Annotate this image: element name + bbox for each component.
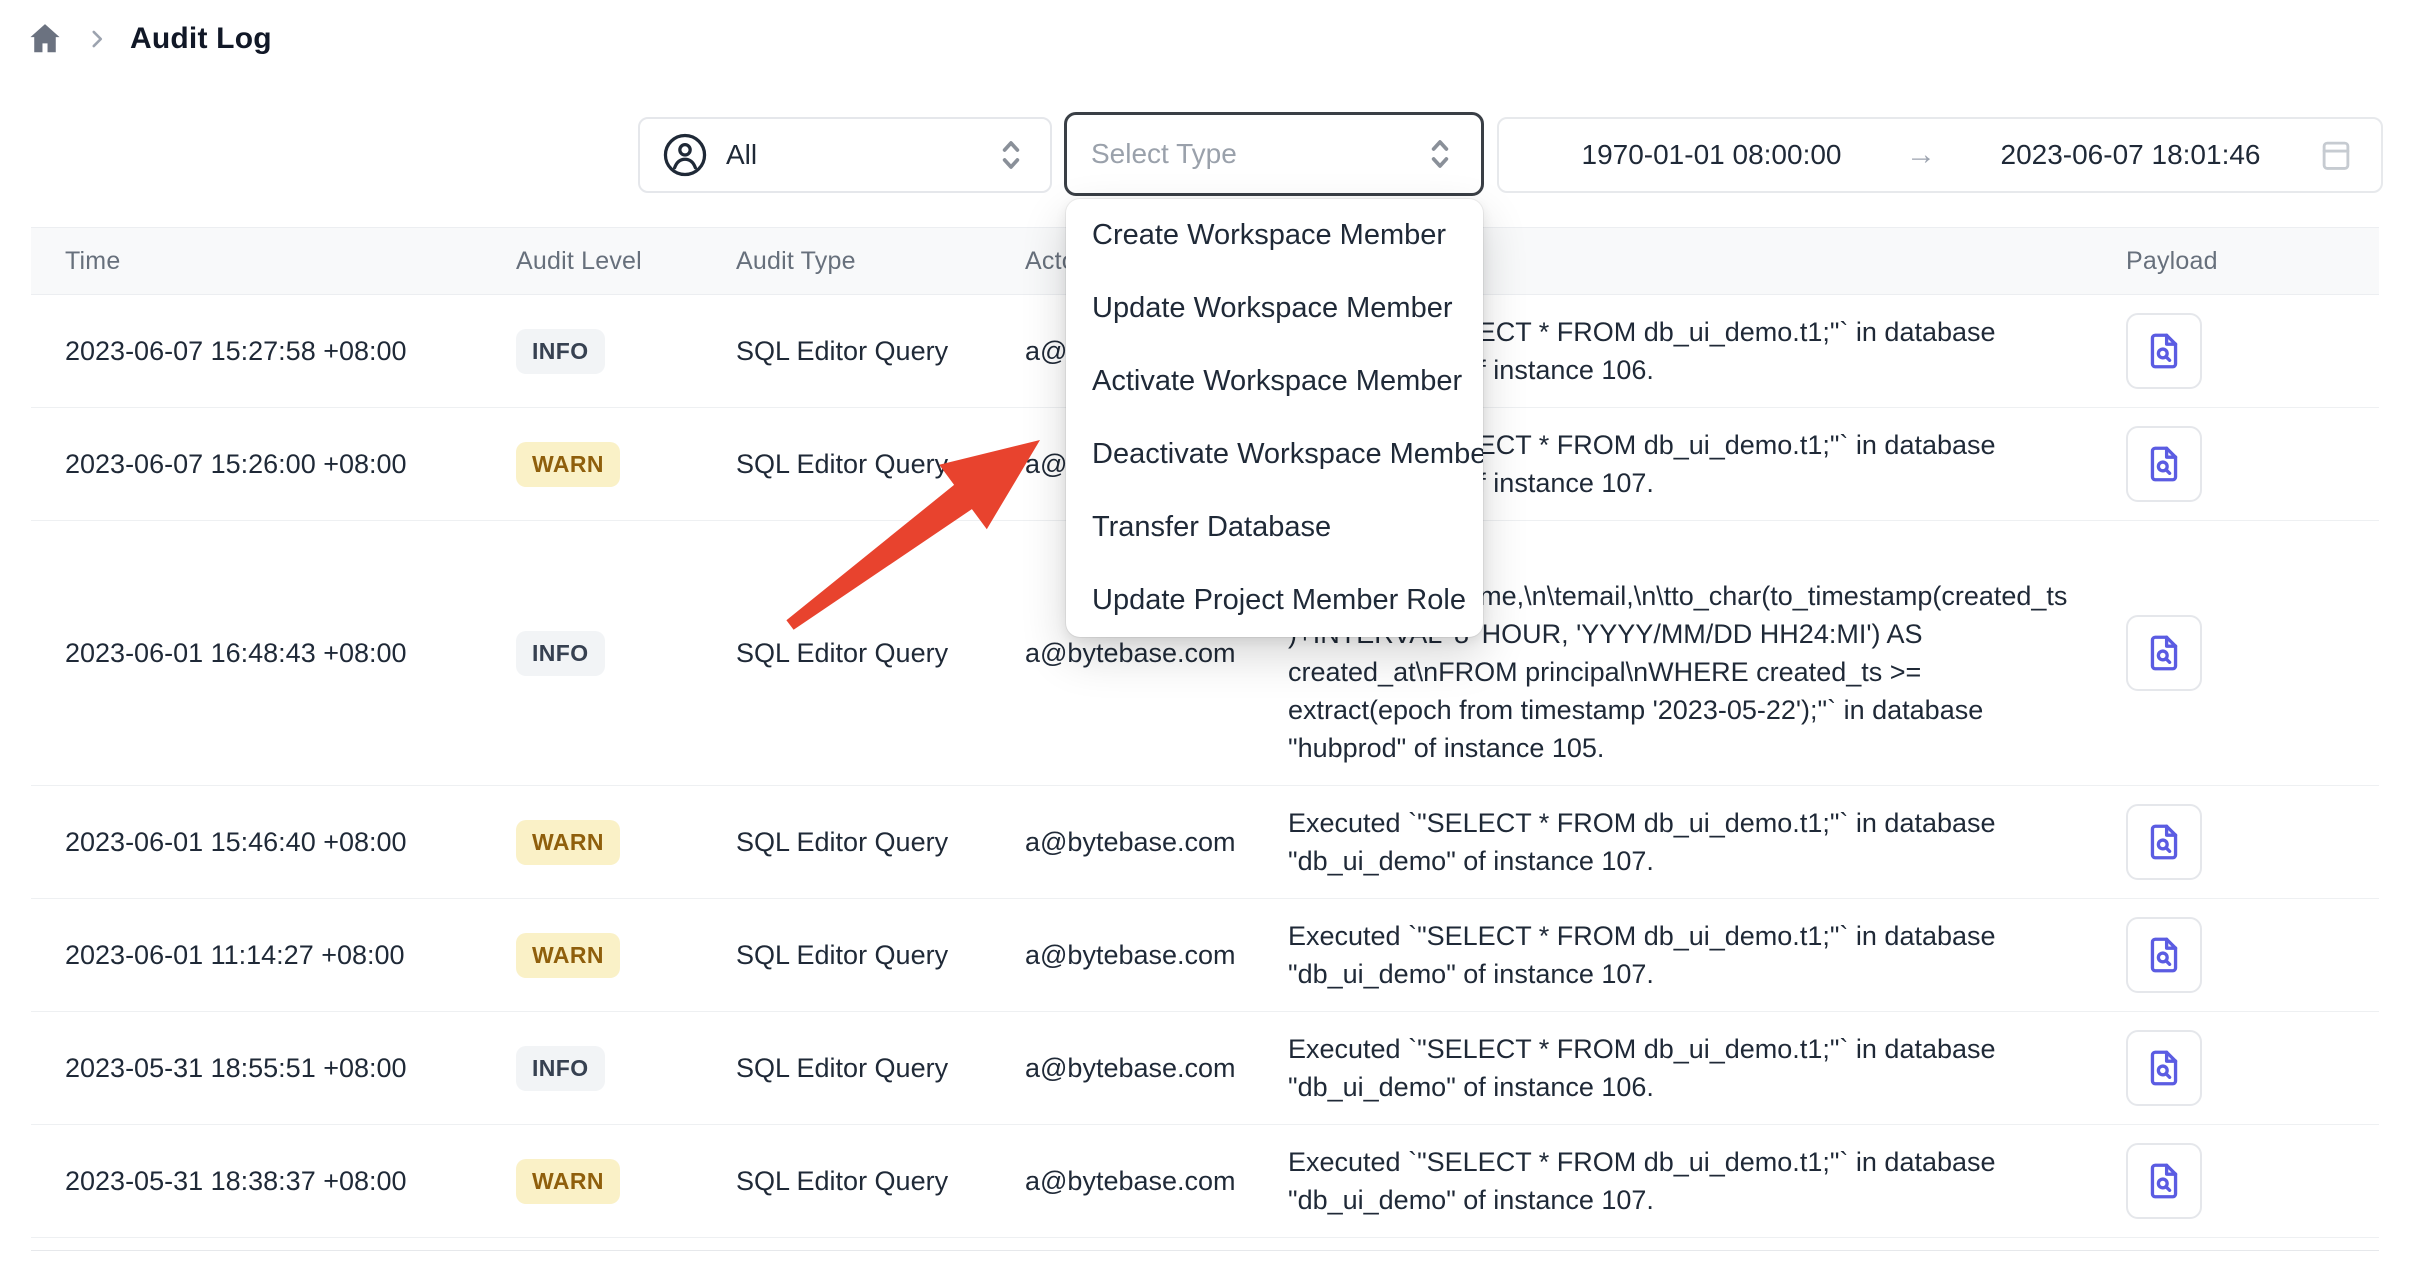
row-time: 2023-05-31 18:38:37 +08:00 (31, 1166, 516, 1197)
view-payload-button[interactable] (2126, 1143, 2202, 1219)
audit-log-page: Audit Log All Select Type (0, 0, 2410, 1268)
calendar-icon (2317, 136, 2355, 174)
view-payload-button[interactable] (2126, 615, 2202, 691)
column-header-type: Audit Type (736, 247, 1025, 276)
row-comment: Executed `"SELECT * FROM db_ui_demo.t1;"… (1288, 1125, 2106, 1237)
actor-select[interactable]: All (638, 117, 1052, 193)
view-payload-button[interactable] (2126, 313, 2202, 389)
row-time: 2023-06-01 11:14:27 +08:00 (31, 940, 516, 971)
column-header-time: Time (31, 247, 516, 276)
row-comment: Executed `"SELECT * FROM db_ui_demo.t1;"… (1288, 899, 2106, 1011)
column-header-payload: Payload (2106, 247, 2379, 276)
row-audit-type: SQL Editor Query (736, 1053, 1025, 1084)
row-time: 2023-05-31 18:55:51 +08:00 (31, 1053, 516, 1084)
view-payload-button[interactable] (2126, 1030, 2202, 1106)
date-range-start[interactable]: 1970-01-01 08:00:00 (1525, 139, 1898, 171)
type-menu-item[interactable]: Create Workspace Member (1066, 199, 1483, 272)
file-search-icon (2143, 934, 2185, 976)
type-menu-item[interactable]: Activate Workspace Member (1066, 345, 1483, 418)
chevron-up-down-icon (1423, 134, 1457, 174)
row-actor: a@bytebase.com (1025, 1166, 1288, 1197)
view-payload-button[interactable] (2126, 917, 2202, 993)
type-select-placeholder: Select Type (1091, 138, 1237, 170)
type-menu-item[interactable]: Transfer Database (1066, 491, 1483, 564)
type-menu-item[interactable]: Update Workspace Member (1066, 272, 1483, 345)
row-comment: Executed `"SELECT * FROM db_ui_demo.t1;"… (1288, 1012, 2106, 1124)
level-badge: WARN (516, 1159, 620, 1204)
level-badge: WARN (516, 820, 620, 865)
row-audit-type: SQL Editor Query (736, 1166, 1025, 1197)
level-badge: WARN (516, 442, 620, 487)
type-select-menu: Create Workspace Member Update Workspace… (1066, 199, 1483, 637)
file-search-icon (2143, 443, 2185, 485)
date-range-picker[interactable]: 1970-01-01 08:00:00 → 2023-06-07 18:01:4… (1497, 117, 2383, 193)
file-search-icon (2143, 1047, 2185, 1089)
row-actor: a@bytebase.com (1025, 1053, 1288, 1084)
level-badge: INFO (516, 631, 605, 676)
column-header-level: Audit Level (516, 247, 736, 276)
view-payload-button[interactable] (2126, 804, 2202, 880)
row-actor: a@bytebase.com (1025, 638, 1288, 669)
breadcrumb-chevron-icon (84, 26, 110, 52)
row-time: 2023-06-07 15:27:58 +08:00 (31, 336, 516, 367)
table-row: 2023-05-31 18:55:51 +08:00 INFO SQL Edit… (31, 1012, 2379, 1125)
level-badge: INFO (516, 1046, 605, 1091)
view-payload-button[interactable] (2126, 426, 2202, 502)
breadcrumb: Audit Log (26, 20, 272, 58)
table-row: 2023-05-31 18:38:37 +08:00 WARN SQL Edit… (31, 1125, 2379, 1238)
file-search-icon (2143, 1160, 2185, 1202)
row-time: 2023-06-01 15:46:40 +08:00 (31, 827, 516, 858)
audit-type-select[interactable]: Select Type (1064, 112, 1484, 196)
next-row-sliver (31, 1238, 2379, 1251)
date-range-end[interactable]: 2023-06-07 18:01:46 (1944, 139, 2317, 171)
file-search-icon (2143, 632, 2185, 674)
row-comment: Executed `"SELECT * FROM db_ui_demo.t1;"… (1288, 786, 2106, 898)
type-menu-item[interactable]: Deactivate Workspace Member (1066, 418, 1483, 491)
level-badge: INFO (516, 329, 605, 374)
person-circle-icon (662, 132, 708, 178)
file-search-icon (2143, 821, 2185, 863)
row-audit-type: SQL Editor Query (736, 827, 1025, 858)
table-row: 2023-06-01 11:14:27 +08:00 WARN SQL Edit… (31, 899, 2379, 1012)
chevron-up-down-icon (994, 135, 1028, 175)
row-audit-type: SQL Editor Query (736, 336, 1025, 367)
date-range-arrow: → (1898, 138, 1944, 172)
table-row: 2023-06-01 15:46:40 +08:00 WARN SQL Edit… (31, 786, 2379, 899)
row-actor: a@bytebase.com (1025, 940, 1288, 971)
home-icon[interactable] (26, 20, 64, 58)
actor-select-value: All (726, 139, 757, 171)
file-search-icon (2143, 330, 2185, 372)
row-time: 2023-06-07 15:26:00 +08:00 (31, 449, 516, 480)
row-audit-type: SQL Editor Query (736, 449, 1025, 480)
level-badge: WARN (516, 933, 620, 978)
row-actor: a@bytebase.com (1025, 827, 1288, 858)
row-time: 2023-06-01 16:48:43 +08:00 (31, 638, 516, 669)
type-menu-item[interactable]: Update Project Member Role (1066, 564, 1483, 637)
row-audit-type: SQL Editor Query (736, 638, 1025, 669)
page-title: Audit Log (130, 22, 272, 56)
row-audit-type: SQL Editor Query (736, 940, 1025, 971)
